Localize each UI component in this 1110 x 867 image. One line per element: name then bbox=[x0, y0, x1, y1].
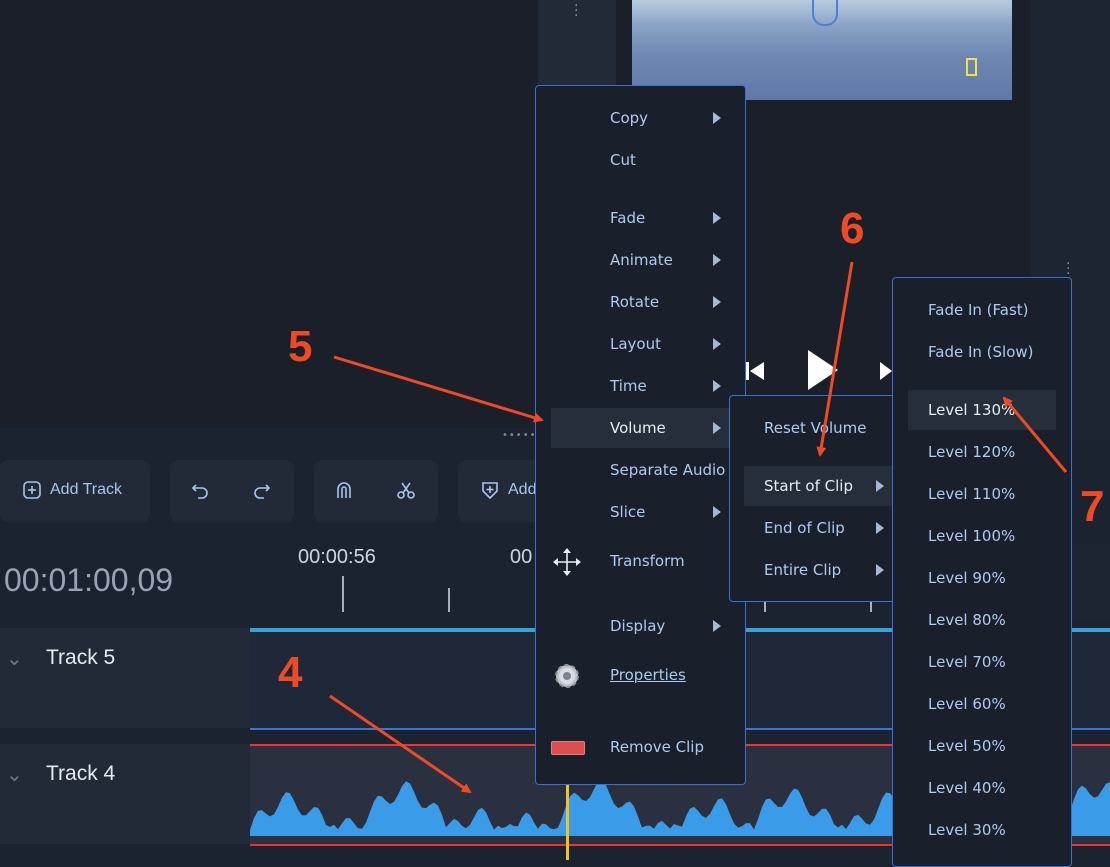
callout-5: 5 bbox=[288, 322, 313, 371]
callout-arrow bbox=[333, 355, 544, 423]
callout-arrow bbox=[1002, 396, 1068, 473]
callout-7: 7 bbox=[1080, 482, 1105, 531]
callout-arrow bbox=[816, 261, 854, 457]
callout-arrow bbox=[329, 694, 472, 794]
annotation-overlay bbox=[329, 261, 1068, 794]
callout-4: 4 bbox=[278, 648, 303, 697]
callout-6: 6 bbox=[840, 204, 865, 253]
